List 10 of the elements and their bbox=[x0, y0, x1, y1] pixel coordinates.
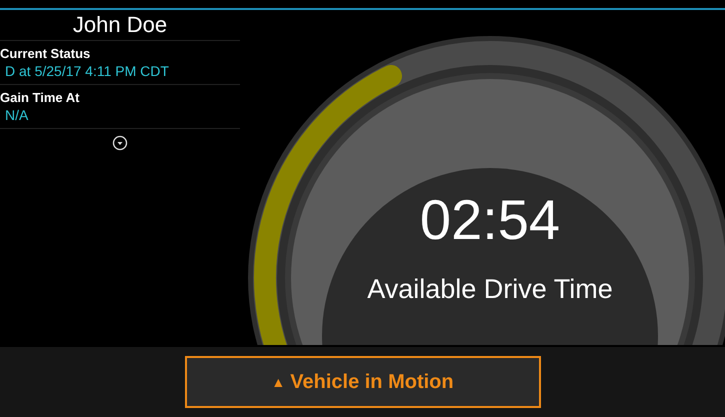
gauge-caption: Available Drive Time bbox=[366, 273, 614, 306]
field-label: Current Status bbox=[0, 45, 92, 62]
time-remaining: 02:54 bbox=[418, 190, 562, 250]
field-value: N/A bbox=[4, 106, 30, 124]
field-value: D at 5/25/17 4:11 PM CDT bbox=[4, 62, 170, 80]
field-label: Gain Time At bbox=[0, 89, 80, 106]
driver-name: John Doe bbox=[0, 10, 240, 41]
expand-icon[interactable] bbox=[112, 135, 128, 151]
warning-icon: ▲ bbox=[271, 372, 286, 392]
vehicle-in-motion-alert[interactable]: ▲ Vehicle in Motion bbox=[184, 356, 540, 408]
